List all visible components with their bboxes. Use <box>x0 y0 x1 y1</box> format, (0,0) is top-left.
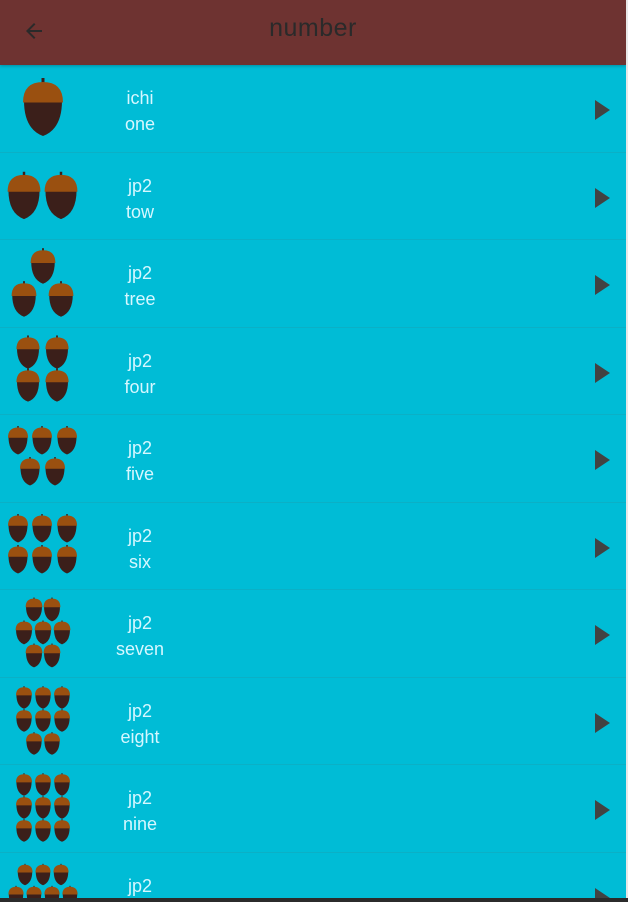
play-icon <box>595 275 610 295</box>
play-button[interactable] <box>588 184 616 212</box>
japanese-word: jp2 <box>127 875 153 896</box>
play-icon <box>595 362 610 383</box>
play-button[interactable] <box>588 359 616 387</box>
play-icon <box>595 187 610 208</box>
english-word: nine <box>122 814 158 834</box>
item-texts: jp2 <box>100 873 180 899</box>
play-button[interactable] <box>588 446 616 474</box>
english-word: tree <box>124 289 156 309</box>
play-button[interactable] <box>588 884 616 898</box>
play-button[interactable] <box>588 96 616 124</box>
item-texts: ichi one <box>100 85 180 137</box>
acorn-count-icon <box>0 853 86 898</box>
acorn-count-icon <box>0 328 86 415</box>
play-icon <box>595 537 610 558</box>
screen: number ichi one jp2 tow jp2 tree jp2 four jp2 fiv… <box>0 0 628 898</box>
list-item[interactable]: jp2 seven <box>0 590 626 678</box>
list-item[interactable]: jp2 five <box>0 415 626 503</box>
play-button[interactable] <box>588 709 616 737</box>
item-texts: jp2 nine <box>100 785 180 837</box>
play-button[interactable] <box>588 796 616 824</box>
item-texts: jp2 six <box>100 523 180 575</box>
list-item[interactable]: jp2 six <box>0 503 626 590</box>
acorn-count-icon <box>0 678 86 765</box>
japanese-word: jp2 <box>127 438 153 458</box>
acorn-count-icon <box>0 765 86 852</box>
play-icon <box>595 450 610 470</box>
japanese-word: jp2 <box>127 175 153 196</box>
play-icon <box>595 100 610 120</box>
list-item[interactable]: jp2 <box>0 853 626 899</box>
number-list: ichi one jp2 tow jp2 tree jp2 four jp2 five jp2 six… <box>0 65 626 898</box>
japanese-word: jp2 <box>127 263 153 283</box>
play-icon <box>595 712 610 733</box>
list-item[interactable]: jp2 tow <box>0 153 626 240</box>
acorn-count-icon <box>0 65 86 152</box>
system-nav-strip <box>0 898 628 902</box>
english-word: tow <box>125 201 154 222</box>
item-texts: jp2 eight <box>100 698 180 750</box>
acorn-count-icon <box>0 503 86 590</box>
japanese-word: jp2 <box>127 350 153 371</box>
english-word: six <box>129 551 151 572</box>
play-icon <box>595 625 610 645</box>
play-icon <box>595 887 610 898</box>
japanese-word: jp2 <box>127 700 153 721</box>
acorn-count-icon <box>0 240 86 327</box>
japanese-word: jp2 <box>127 613 153 633</box>
app-bar: number <box>0 0 626 65</box>
japanese-word: jp2 <box>127 788 153 808</box>
english-word: seven <box>115 639 165 659</box>
english-word: eight <box>120 726 160 747</box>
list-item[interactable]: jp2 nine <box>0 765 626 853</box>
english-word: four <box>124 376 156 397</box>
list-item[interactable]: ichi one <box>0 65 626 153</box>
list-item[interactable]: jp2 tree <box>0 240 626 328</box>
play-button[interactable] <box>588 621 616 649</box>
acorn-count-icon <box>0 415 86 502</box>
play-icon <box>595 800 610 820</box>
item-texts: jp2 four <box>100 348 180 400</box>
page-title: number <box>269 14 357 42</box>
item-texts: jp2 five <box>100 435 180 487</box>
play-button[interactable] <box>588 534 616 562</box>
list-item[interactable]: jp2 four <box>0 328 626 415</box>
item-texts: jp2 tree <box>100 260 180 312</box>
item-texts: jp2 tow <box>100 173 180 225</box>
item-texts: jp2 seven <box>100 610 180 662</box>
english-word: five <box>125 464 154 484</box>
list-item[interactable]: jp2 eight <box>0 678 626 765</box>
english-word: one <box>124 114 156 134</box>
japanese-word: ichi <box>126 88 154 108</box>
play-button[interactable] <box>588 271 616 299</box>
acorn-count-icon <box>0 153 86 240</box>
japanese-word: jp2 <box>127 525 153 546</box>
acorn-count-icon <box>0 590 86 677</box>
